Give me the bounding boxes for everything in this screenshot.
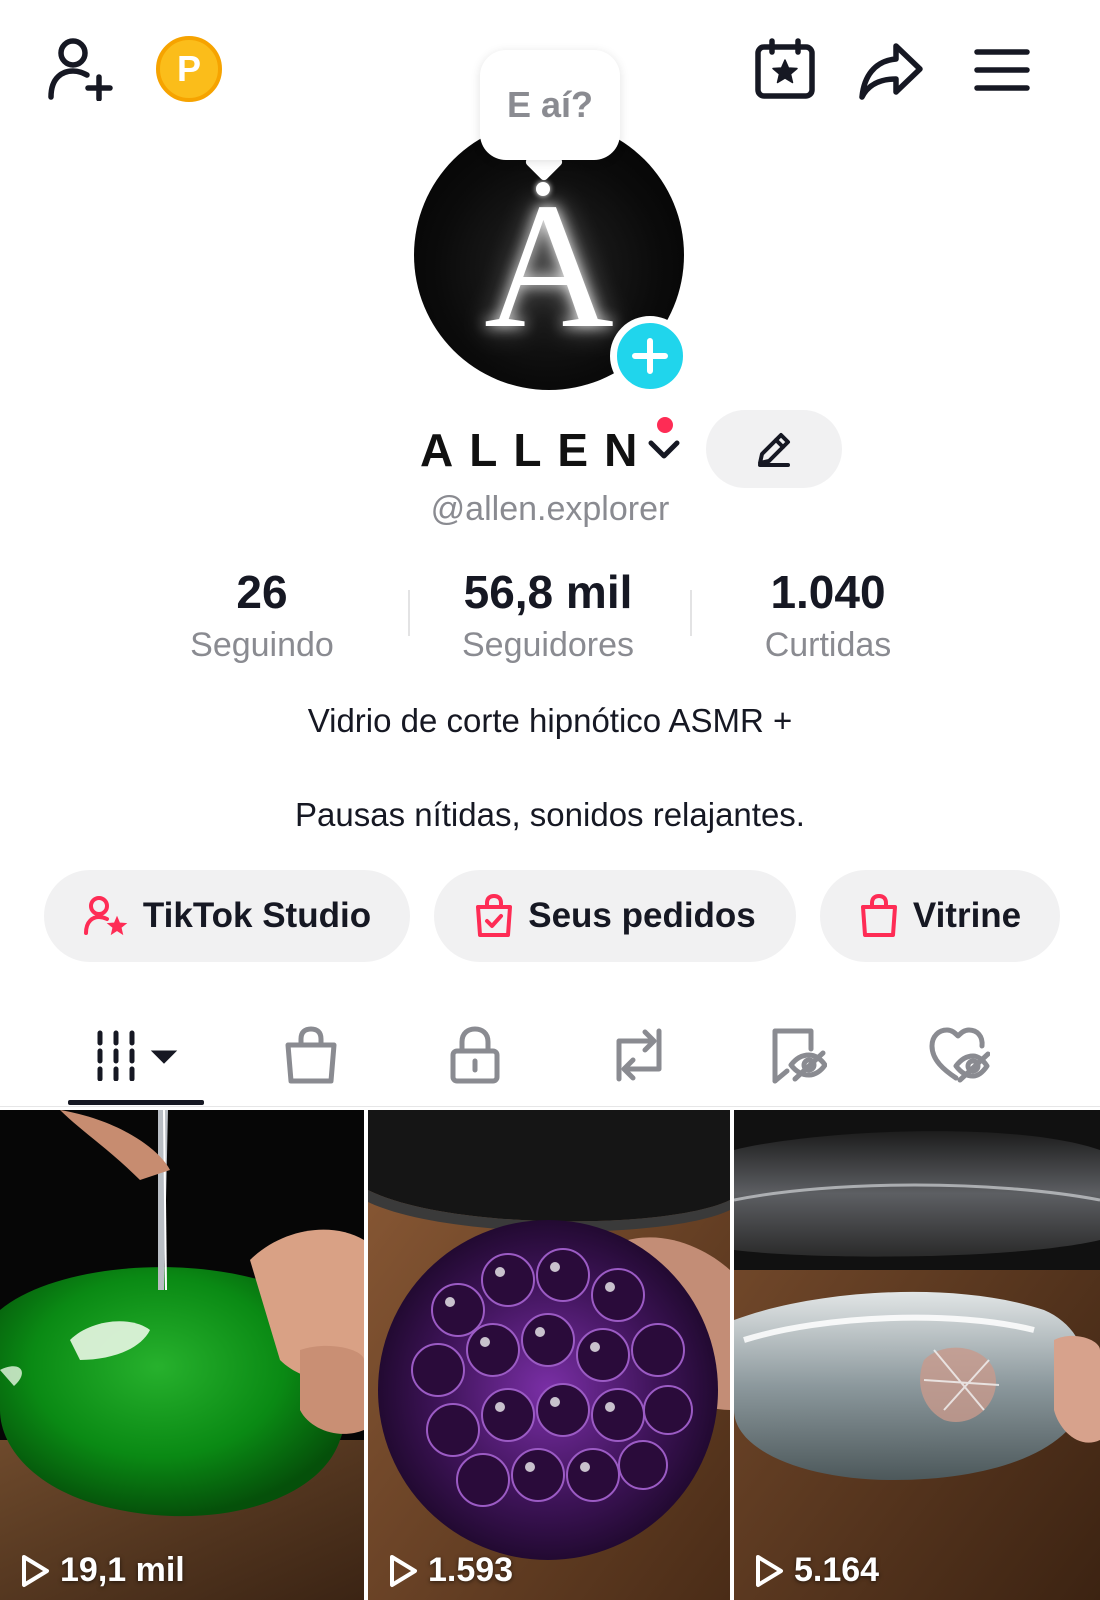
bio-line-2: Pausas nítidas, sonidos relajantes. <box>295 796 805 833</box>
chevron-down-icon <box>648 440 680 459</box>
stat-label: Seguidores <box>461 626 634 664</box>
account-switcher[interactable]: ALLEN <box>420 418 681 482</box>
stat-label: Curtidas <box>764 626 892 664</box>
menu-button[interactable] <box>972 42 1032 98</box>
favorites-hidden-icon <box>772 1028 827 1084</box>
showcase-button[interactable]: Vitrine <box>820 870 1060 962</box>
status-bubble[interactable]: E aí? <box>480 50 620 160</box>
stat-label: Seguindo <box>190 626 334 664</box>
tiktok-studio-label: TikTok Studio <box>142 896 372 935</box>
view-count: 1.593 <box>388 1551 513 1590</box>
view-count: 5.164 <box>754 1551 879 1590</box>
add-friend-button[interactable] <box>40 34 116 104</box>
creator-star-icon <box>83 896 128 936</box>
stat-value: 26 <box>236 566 288 618</box>
purple-glass-berry-image <box>368 1110 730 1600</box>
share-profile-button[interactable] <box>856 38 926 104</box>
video-thumbnail[interactable]: 19,1 mil <box>0 1110 364 1600</box>
plus-icon <box>632 338 668 374</box>
share-icon <box>859 43 923 100</box>
tiktok-studio-button[interactable]: TikTok Studio <box>44 870 410 962</box>
calendar-button[interactable] <box>752 36 818 102</box>
tabs-divider <box>0 1106 1100 1107</box>
coins-button[interactable]: P <box>154 34 224 104</box>
stat-divider <box>408 590 410 636</box>
add-friend-icon <box>48 38 113 101</box>
repost-icon <box>616 1028 662 1082</box>
bio-line-1: Vidrio de corte hipnótico ASMR + <box>307 702 793 739</box>
edit-profile-button[interactable] <box>706 410 842 488</box>
showcase-label: Vitrine <box>912 896 1022 935</box>
lock-icon <box>450 1026 500 1084</box>
stat-following[interactable]: 26 Seguindo <box>132 565 392 667</box>
glass-bottle-image <box>734 1110 1100 1600</box>
play-icon <box>390 1554 417 1587</box>
liked-hidden-icon <box>929 1027 990 1083</box>
active-tab-indicator <box>68 1100 204 1105</box>
orders-label: Seus pedidos <box>528 896 756 935</box>
orders-button[interactable]: Seus pedidos <box>434 870 796 962</box>
video-thumbnail[interactable]: 1.593 <box>368 1110 730 1600</box>
coin-icon: P <box>156 36 222 102</box>
view-count-label: 19,1 mil <box>60 1551 185 1589</box>
stat-divider <box>690 590 692 636</box>
view-count-label: 5.164 <box>794 1551 880 1589</box>
notification-dot <box>654 414 676 436</box>
menu-icon <box>974 49 1030 91</box>
stat-likes[interactable]: 1.040 Curtidas <box>698 565 958 667</box>
add-story-button[interactable] <box>610 316 690 396</box>
videos-grid-icon <box>97 1030 178 1081</box>
play-icon <box>22 1554 49 1587</box>
avatar-dot <box>536 182 550 196</box>
tab-videos[interactable] <box>84 1020 194 1090</box>
tab-reposts[interactable] <box>584 1020 694 1090</box>
stat-followers[interactable]: 56,8 mil Seguidores <box>418 565 678 667</box>
shop-bag-icon <box>285 1026 337 1084</box>
order-bag-icon <box>476 894 513 937</box>
calendar-star-icon <box>755 38 815 99</box>
tab-private[interactable] <box>420 1020 530 1090</box>
view-count: 19,1 mil <box>20 1551 185 1590</box>
tab-shop[interactable] <box>256 1020 366 1090</box>
green-glass-lime-image <box>0 1110 364 1600</box>
stat-value: 56,8 mil <box>463 566 633 618</box>
shopping-bag-icon <box>860 894 897 937</box>
stat-value: 1.040 <box>770 566 886 618</box>
view-count-label: 1.593 <box>428 1551 514 1589</box>
profile-handle: @allen.explorer <box>430 490 670 528</box>
pencil-icon <box>758 433 790 467</box>
profile-name: ALLEN <box>420 424 654 476</box>
tab-liked[interactable] <box>904 1020 1014 1090</box>
tab-favorites[interactable] <box>742 1020 852 1090</box>
video-thumbnail[interactable]: 5.164 <box>734 1110 1100 1600</box>
play-icon <box>756 1554 783 1587</box>
